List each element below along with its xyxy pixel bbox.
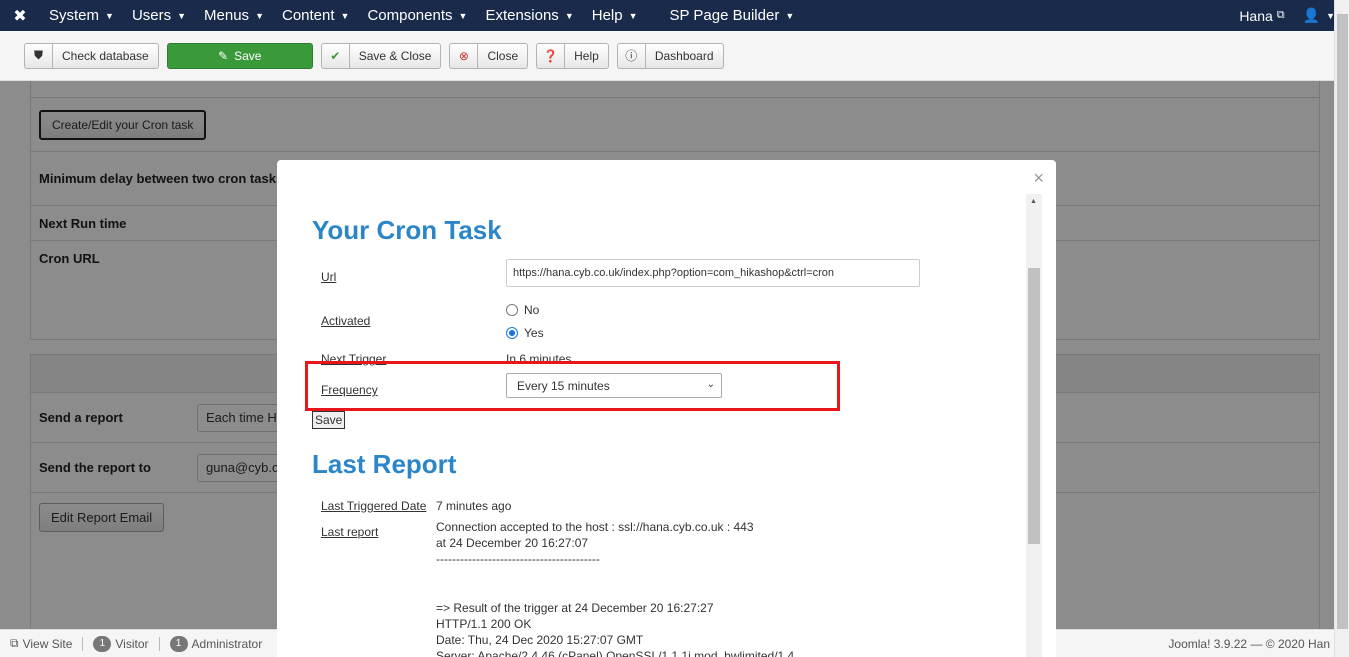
menu-label: Content xyxy=(281,7,335,24)
hana-site-link[interactable]: Hana ⧉ xyxy=(1230,0,1293,31)
button-label: Help xyxy=(574,48,599,63)
info-icon: ⓘ xyxy=(618,43,646,68)
check-icon: ✔ xyxy=(322,43,350,68)
visitor-label: Visitor xyxy=(115,636,149,651)
save-close-button[interactable]: ✔ Save & Close xyxy=(320,42,442,69)
joomla-logo-icon[interactable]: ✖ xyxy=(0,0,40,31)
last-report-label: Last report xyxy=(321,525,379,539)
copyright: Joomla! 3.9.22 — © 2020 Han xyxy=(1168,636,1330,651)
report-line: HTTP/1.1 200 OK xyxy=(436,617,532,631)
report-line: Date: Thu, 24 Dec 2020 15:27:07 GMT xyxy=(436,633,644,647)
cancel-circle-icon: ⊗ xyxy=(450,43,479,68)
url-label: Url xyxy=(321,270,337,284)
navbar-right: Hana ⧉ 👤 ▼ xyxy=(1230,0,1349,31)
button-label: Save & Close xyxy=(358,48,432,63)
admin-count[interactable]: 1 Administrator xyxy=(169,635,273,652)
last-report-title: Last Report xyxy=(312,449,457,479)
save-button[interactable]: ✎ Save xyxy=(166,42,313,69)
shield-icon: ⛊ xyxy=(25,43,53,68)
radio-label: No xyxy=(524,303,540,317)
visitor-badge: 1 xyxy=(93,635,112,652)
last-triggered-value: 7 minutes ago xyxy=(436,499,512,513)
external-link-icon: ⧉ xyxy=(10,636,19,650)
admin-label: Administrator xyxy=(191,636,263,651)
scrollbar-thumb[interactable] xyxy=(1337,14,1348,629)
external-link-icon: ⧉ xyxy=(1276,9,1285,21)
report-line: ----------------------------------------… xyxy=(436,552,600,566)
view-site-label: View Site xyxy=(22,636,73,651)
menu-extensions[interactable]: Extensions ▼ xyxy=(476,0,582,31)
page-scrollbar[interactable] xyxy=(1334,0,1349,657)
report-line: Server: Apache/2.4.46 (cPanel) OpenSSL/1… xyxy=(436,649,795,657)
caret-down-icon: ▼ xyxy=(340,10,350,21)
activated-label: Activated xyxy=(321,314,371,328)
menu-label: System xyxy=(49,7,100,24)
button-label: Check database xyxy=(62,48,149,63)
visitor-count[interactable]: 1 Visitor xyxy=(93,635,158,652)
button-label: Close xyxy=(487,48,519,63)
admin-badge: 1 xyxy=(169,635,188,652)
menu-components[interactable]: Components ▼ xyxy=(358,0,476,31)
caret-down-icon: ▼ xyxy=(255,10,264,21)
menu-menus[interactable]: Menus ▼ xyxy=(195,0,273,31)
caret-down-icon: ▼ xyxy=(458,10,468,21)
person-icon: 👤 xyxy=(1302,7,1321,23)
question-icon: ❓ xyxy=(537,43,566,68)
report-line: at 24 December 20 16:27:07 xyxy=(436,536,589,550)
divider xyxy=(158,636,160,651)
activated-yes-radio[interactable]: Yes xyxy=(506,326,544,340)
report-line: => Result of the trigger at 24 December … xyxy=(436,601,714,615)
report-line: Connection accepted to the host : ssl://… xyxy=(436,520,754,534)
modal-scrollbar-thumb[interactable] xyxy=(1028,268,1040,544)
caret-down-icon: ▼ xyxy=(564,10,574,21)
last-triggered-label: Last Triggered Date xyxy=(321,499,427,513)
scroll-up-icon[interactable]: ▲ xyxy=(1030,198,1037,205)
menu-label: Components xyxy=(367,7,453,24)
modal-body: Your Cron Task Url https://hana.cyb.co.u… xyxy=(277,194,1026,657)
menu-label: Help xyxy=(591,7,623,24)
caret-down-icon: ▼ xyxy=(105,10,114,21)
toolbar: ⛊ Check database ✎ Save ✔ Save & Close ⊗ Clo… xyxy=(0,31,1334,81)
cron-url-input[interactable]: https://hana.cyb.co.uk/index.php?option=… xyxy=(506,259,920,287)
frequency-highlight-box xyxy=(305,361,840,411)
activated-no-radio[interactable]: No xyxy=(506,303,539,317)
caret-down-icon: ▼ xyxy=(785,10,795,21)
radio-label: Yes xyxy=(524,326,544,340)
menu-help[interactable]: Help ▼ xyxy=(583,0,647,31)
menu-system[interactable]: System ▼ xyxy=(40,0,123,31)
caret-down-icon: ▼ xyxy=(628,10,638,21)
help-button[interactable]: ❓ Help xyxy=(536,42,609,69)
menu-users[interactable]: Users ▼ xyxy=(123,0,195,31)
check-database-button[interactable]: ⛊ Check database xyxy=(24,42,159,69)
radio-off-icon xyxy=(506,304,518,316)
close-button[interactable]: ⊗ Close xyxy=(449,42,529,69)
menu-label: Menus xyxy=(204,7,250,24)
button-label: Dashboard xyxy=(654,48,714,63)
modal-close-icon[interactable]: × xyxy=(1033,168,1044,189)
view-site-link[interactable]: ⧉ View Site xyxy=(10,636,82,651)
button-label: Save xyxy=(234,48,262,63)
dashboard-button[interactable]: ⓘ Dashboard xyxy=(616,42,724,69)
divider xyxy=(82,636,84,651)
modal-scrollbar[interactable]: ▲ xyxy=(1026,194,1042,657)
menu-content[interactable]: Content ▼ xyxy=(273,0,358,31)
menu-sp-page-builder[interactable]: SP Page Builder ▼ xyxy=(661,0,804,31)
top-navbar: ✖ System ▼ Users ▼ Menus ▼ Content ▼ Compone… xyxy=(0,0,1349,31)
site-name: Hana xyxy=(1239,7,1273,24)
menu-label: Users xyxy=(131,7,172,24)
radio-on-icon xyxy=(506,327,518,339)
edit-icon: ✎ xyxy=(218,48,229,63)
cron-task-title: Your Cron Task xyxy=(312,215,502,245)
caret-down-icon: ▼ xyxy=(177,10,187,21)
cron-save-button[interactable]: Save xyxy=(312,411,346,429)
menu-label: Extensions xyxy=(485,7,559,24)
menu-label: SP Page Builder xyxy=(669,7,780,24)
